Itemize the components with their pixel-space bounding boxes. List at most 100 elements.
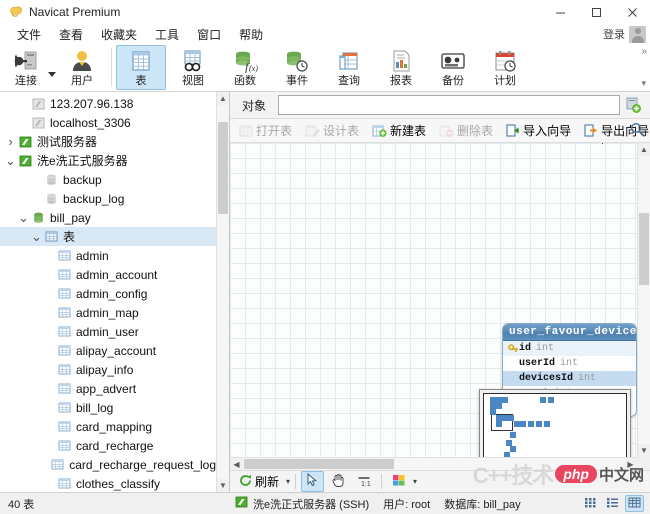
minimize-button[interactable] — [542, 0, 578, 24]
user-icon — [69, 48, 95, 74]
search-icon[interactable] — [630, 122, 645, 140]
tree-item[interactable]: alipay_info — [0, 360, 216, 379]
tree-item[interactable]: admin — [0, 246, 216, 265]
ribbon-button-user[interactable]: 用户 — [57, 45, 107, 90]
server-offline-icon — [30, 116, 46, 130]
pointer-tool[interactable] — [301, 471, 325, 492]
tree-item[interactable]: 123.207.96.138 — [0, 94, 216, 113]
schedule-icon — [493, 48, 517, 74]
ribbon-button-query[interactable]: 查询 — [324, 45, 374, 90]
chevron-down-icon[interactable]: ⌄ — [30, 230, 43, 243]
tree-item[interactable]: ⌄ 表 — [0, 227, 216, 246]
user-avatar-icon[interactable] — [629, 25, 646, 43]
status-bar: 40 表 洗e洗正式服务器 (SSH) 用户: root 数据库: bill_p… — [0, 492, 650, 514]
overview-table-marker — [520, 421, 526, 427]
server-online-icon — [17, 135, 33, 149]
canvas-vscroll-thumb[interactable] — [639, 213, 649, 285]
tree-item-label: admin_map — [76, 305, 139, 320]
menu-help[interactable]: 帮助 — [230, 25, 272, 44]
tree-item[interactable]: localhost_3306 — [0, 113, 216, 132]
tree-item[interactable]: clothes_classify — [0, 474, 216, 492]
hand-tool-icon — [331, 473, 345, 490]
sidebar-scroll-thumb[interactable] — [218, 122, 228, 214]
tree-item[interactable]: alipay_account — [0, 341, 216, 360]
canvas-hscroll-thumb[interactable] — [244, 459, 394, 469]
canvas-scroll-left-button[interactable]: ◀ — [230, 458, 243, 470]
action-button-import-wizard[interactable]: 导入向导 — [500, 119, 577, 142]
ribbon-collapse-icon[interactable]: ▾ — [641, 78, 646, 89]
refresh-dropdown-caret[interactable]: ▾ — [286, 477, 290, 486]
canvas-scroll-up-button[interactable]: ▲ — [638, 143, 650, 156]
tree-item[interactable]: admin_account — [0, 265, 216, 284]
ribbon-button-schedule[interactable]: 计划 — [480, 45, 530, 90]
maximize-button[interactable] — [578, 0, 614, 24]
chevron-down-icon[interactable]: ⌄ — [17, 211, 30, 224]
connection-tree[interactable]: 123.207.96.138 localhost_3306 › 测试服务器 ⌄ 洗e洗正式… — [0, 92, 216, 492]
canvas-vertical-scrollbar[interactable]: ▲ ▼ — [637, 143, 650, 457]
close-button[interactable] — [614, 0, 650, 24]
view-list[interactable] — [603, 495, 622, 512]
login-button[interactable]: 登录 — [603, 26, 625, 42]
ribbon-button-event[interactable]: 事件 — [272, 45, 322, 90]
relation-line — [602, 143, 603, 144]
canvas-horizontal-scrollbar[interactable]: ◀ ▶ — [230, 457, 637, 470]
tree-item[interactable]: card_recharge_request_log — [0, 455, 216, 474]
tree-item-label: admin_user — [76, 324, 139, 339]
view-grid[interactable] — [581, 495, 600, 512]
view-detail[interactable] — [625, 495, 644, 512]
object-filter-input[interactable] — [278, 95, 620, 115]
tree-item[interactable]: card_mapping — [0, 417, 216, 436]
menu-file[interactable]: 文件 — [8, 25, 50, 44]
tree-item[interactable]: admin_config — [0, 284, 216, 303]
status-connection: 洗e洗正式服务器 (SSH) — [231, 496, 369, 512]
tree-item[interactable]: bill_log — [0, 398, 216, 417]
hand-tool[interactable] — [326, 471, 350, 492]
ribbon-button-function[interactable]: f (x) 函数 — [220, 45, 270, 90]
ribbon-button-report[interactable]: 报表 — [376, 45, 426, 90]
chevron-down-icon[interactable]: ⌄ — [4, 154, 17, 167]
zoom-actual-size-tool[interactable]: 1:1 — [352, 472, 376, 492]
object-bar: 对象 — [230, 92, 650, 119]
menu-favorites[interactable]: 收藏夹 — [92, 25, 146, 44]
new-object-icon[interactable] — [620, 97, 646, 114]
menu-tools[interactable]: 工具 — [146, 25, 188, 44]
ribbon-button-connection[interactable]: 连接 — [1, 45, 51, 90]
action-button-open-table: 打开表 — [233, 119, 298, 142]
sidebar: 123.207.96.138 localhost_3306 › 测试服务器 ⌄ 洗e洗正式… — [0, 92, 230, 492]
menu-window[interactable]: 窗口 — [188, 25, 230, 44]
color-dropdown-caret[interactable]: ▾ — [413, 477, 417, 486]
tree-item[interactable]: card_recharge — [0, 436, 216, 455]
tree-item[interactable]: ⌄ 洗e洗正式服务器 — [0, 151, 216, 170]
tree-item[interactable]: app_advert — [0, 379, 216, 398]
table-item-icon — [56, 268, 72, 282]
ribbon-overflow-icon[interactable]: » — [641, 46, 647, 57]
tree-item[interactable]: ⌄ bill_pay — [0, 208, 216, 227]
sidebar-scroll-down-button[interactable]: ▼ — [217, 479, 229, 492]
refresh-button[interactable]: 刷新 — [234, 471, 284, 492]
menu-view[interactable]: 查看 — [50, 25, 92, 44]
tree-item-label: 测试服务器 — [37, 135, 98, 149]
er-field-row[interactable]: devicesId int — [503, 371, 636, 386]
ribbon-button-backup[interactable]: 备份 — [428, 45, 478, 90]
canvas-toolbar: 刷新 ▾ 1:1 ▾ C++技术 php 中文网 — [230, 463, 650, 492]
sidebar-scroll-up-button[interactable]: ▲ — [217, 92, 229, 105]
connection-dropdown-caret[interactable] — [48, 44, 56, 91]
er-field-row[interactable]: userId int — [503, 356, 636, 371]
tree-item[interactable]: admin_map — [0, 303, 216, 322]
ribbon-label-report: 报表 — [390, 75, 412, 87]
sidebar-scrollbar[interactable]: ▲ ▼ — [216, 92, 229, 492]
ribbon-button-view[interactable]: 视图 — [168, 45, 218, 90]
ribbon-label-event: 事件 — [286, 75, 308, 87]
er-field-row[interactable]: id int — [503, 341, 636, 356]
ribbon-button-table[interactable]: 表 — [116, 45, 166, 90]
server-offline-icon — [30, 97, 46, 111]
tree-item[interactable]: admin_user — [0, 322, 216, 341]
tree-item[interactable]: backup — [0, 170, 216, 189]
chevron-right-icon[interactable]: › — [4, 134, 17, 149]
tree-item[interactable]: › 测试服务器 — [0, 132, 216, 151]
color-palette-button[interactable] — [387, 472, 411, 492]
canvas-scroll-down-button[interactable]: ▼ — [638, 444, 650, 457]
canvas-scroll-right-button[interactable]: ▶ — [624, 458, 637, 470]
tree-item[interactable]: backup_log — [0, 189, 216, 208]
action-button-new-table[interactable]: 新建表 — [366, 119, 432, 142]
